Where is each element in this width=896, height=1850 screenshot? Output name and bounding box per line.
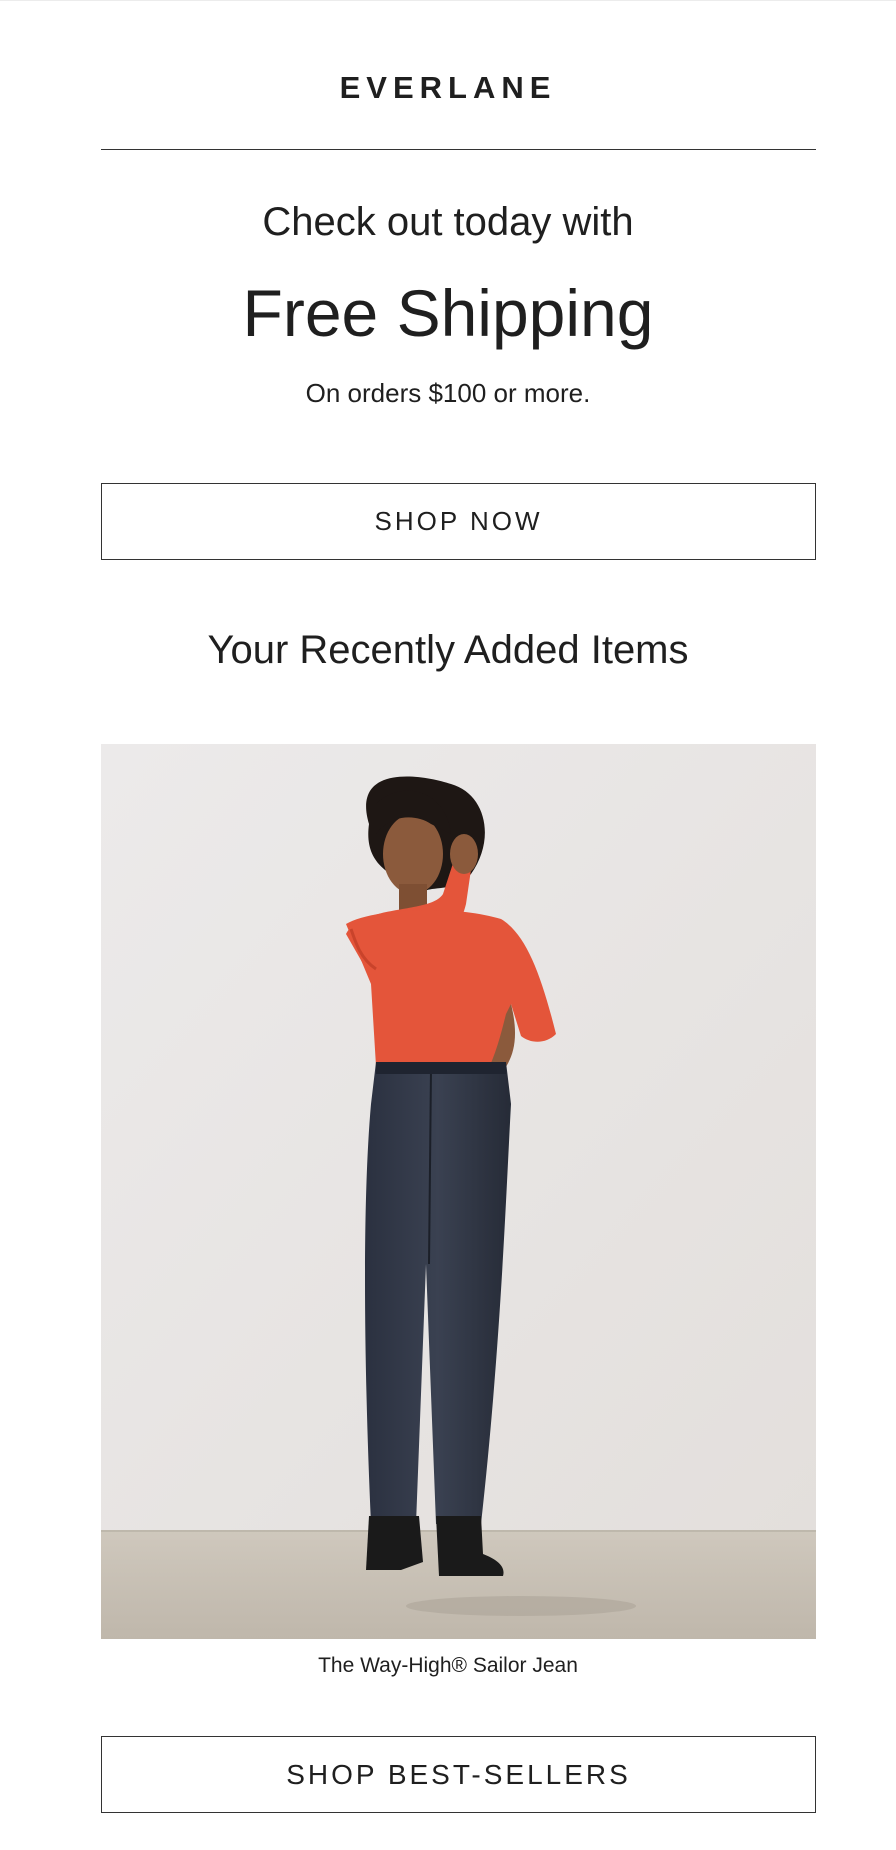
product-name[interactable]: The Way-High® Sailor Jean — [0, 1654, 896, 1678]
shop-best-sellers-button[interactable]: SHOP BEST-SELLERS — [101, 1736, 816, 1813]
promo-condition-text: On orders $100 or more. — [305, 378, 591, 408]
shop-now-button[interactable]: SHOP NOW — [101, 483, 816, 560]
product-image[interactable] — [101, 744, 816, 1639]
email-page: EVERLANE Check out today with Free Shipp… — [0, 0, 896, 1850]
recently-added-title: Your Recently Added Items — [207, 628, 689, 672]
brand-logo[interactable]: EVERLANE — [0, 70, 896, 106]
promo-headline: Free Shipping — [242, 276, 654, 350]
header-divider — [101, 149, 816, 150]
top-border — [0, 0, 896, 1]
promo-intro-text: Check out today with — [262, 200, 634, 244]
